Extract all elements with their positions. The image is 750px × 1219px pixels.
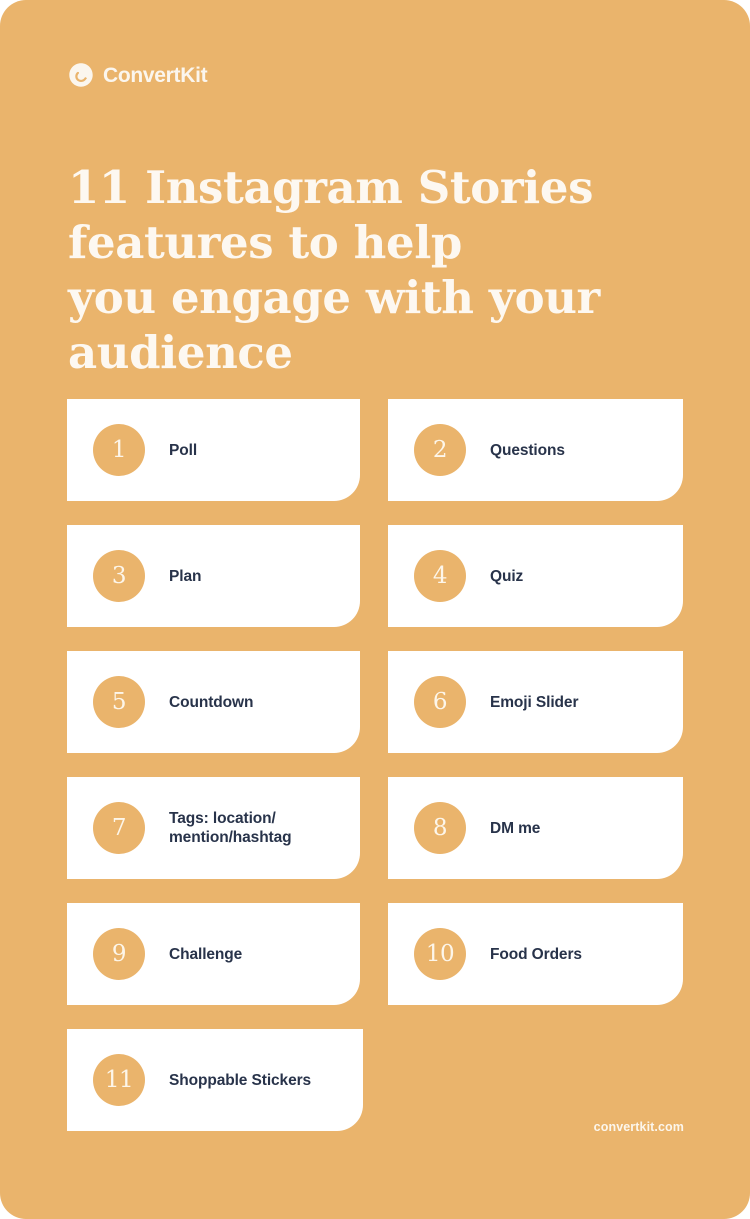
feature-card-11[interactable]: 11 Shoppable Stickers: [67, 1029, 363, 1131]
feature-card-3[interactable]: 3 Plan: [67, 525, 360, 627]
feature-label: Shoppable Stickers: [169, 1071, 311, 1090]
page-title: 11 Instagram Stories features to help yo…: [68, 160, 668, 380]
footer-website-url[interactable]: convertkit.com: [594, 1120, 684, 1134]
card-row-3: 5 Countdown 6 Emoji Slider: [67, 651, 683, 753]
infographic-poster: ConvertKit 11 Instagram Stories features…: [0, 0, 750, 1219]
card-row-5: 9 Challenge 10 Food Orders: [67, 903, 683, 1005]
feature-number-badge: 4: [414, 550, 466, 602]
feature-label-line-1: Plan: [169, 567, 202, 585]
feature-card-2[interactable]: 2 Questions: [388, 399, 683, 501]
feature-label: Challenge: [169, 945, 242, 964]
feature-label-line-1: Quiz: [490, 567, 524, 585]
feature-number-badge: 6: [414, 676, 466, 728]
brand-name: ConvertKit: [103, 63, 208, 87]
feature-card-9[interactable]: 9 Challenge: [67, 903, 360, 1005]
feature-label: Poll: [169, 441, 197, 460]
feature-card-10[interactable]: 10 Food Orders: [388, 903, 683, 1005]
feature-label-line-1: Food Orders: [490, 945, 582, 963]
card-row-2: 3 Plan 4 Quiz: [67, 525, 683, 627]
feature-label-line-1: Shoppable Stickers: [169, 1071, 312, 1089]
feature-card-5[interactable]: 5 Countdown: [67, 651, 360, 753]
headline-line-3: you engage with your: [68, 271, 600, 325]
feature-card-grid: 1 Poll 2 Questions 3 Plan 4 Quiz 5 Count…: [67, 399, 683, 1131]
headline-line-4: audience: [68, 326, 293, 380]
headline-line-2: features to help: [68, 216, 462, 270]
feature-label: Countdown: [169, 693, 253, 712]
feature-card-1[interactable]: 1 Poll: [67, 399, 360, 501]
feature-label: DM me: [490, 819, 540, 838]
feature-label-line-2: mention/hashtag: [169, 829, 292, 846]
feature-label: Emoji Slider: [490, 693, 578, 712]
feature-number-badge: 3: [93, 550, 145, 602]
feature-label: Tags: location/ mention/hashtag: [169, 809, 292, 847]
feature-label: Questions: [490, 441, 565, 460]
feature-number-badge: 8: [414, 802, 466, 854]
feature-label-line-1: Questions: [490, 441, 565, 459]
feature-label: Quiz: [490, 567, 523, 586]
feature-number-badge: 5: [93, 676, 145, 728]
feature-card-6[interactable]: 6 Emoji Slider: [388, 651, 683, 753]
brand-logo: ConvertKit: [68, 60, 208, 90]
feature-label-line-1: Poll: [169, 441, 198, 459]
headline-line-1: 11 Instagram Stories: [68, 161, 594, 215]
feature-number-badge: 7: [93, 802, 145, 854]
card-row-4: 7 Tags: location/ mention/hashtag 8 DM m…: [67, 777, 683, 879]
feature-number-badge: 9: [93, 928, 145, 980]
card-row-6: 11 Shoppable Stickers: [67, 1029, 683, 1131]
feature-label: Food Orders: [490, 945, 582, 964]
convertkit-swirl-icon: [69, 63, 93, 87]
feature-number-badge: 2: [414, 424, 466, 476]
feature-card-7[interactable]: 7 Tags: location/ mention/hashtag: [67, 777, 360, 879]
feature-number-badge: 1: [93, 424, 145, 476]
card-row-1: 1 Poll 2 Questions: [67, 399, 683, 501]
feature-label-line-1: Challenge: [169, 945, 243, 963]
feature-label-line-1: Tags: location/: [169, 810, 276, 827]
feature-label-line-1: DM me: [490, 819, 541, 837]
feature-card-8[interactable]: 8 DM me: [388, 777, 683, 879]
feature-card-4[interactable]: 4 Quiz: [388, 525, 683, 627]
feature-label: Plan: [169, 567, 201, 586]
feature-number-badge: 11: [93, 1054, 145, 1106]
feature-label-line-1: Emoji Slider: [490, 693, 579, 711]
feature-number-badge: 10: [414, 928, 466, 980]
feature-label-line-1: Countdown: [169, 693, 254, 711]
